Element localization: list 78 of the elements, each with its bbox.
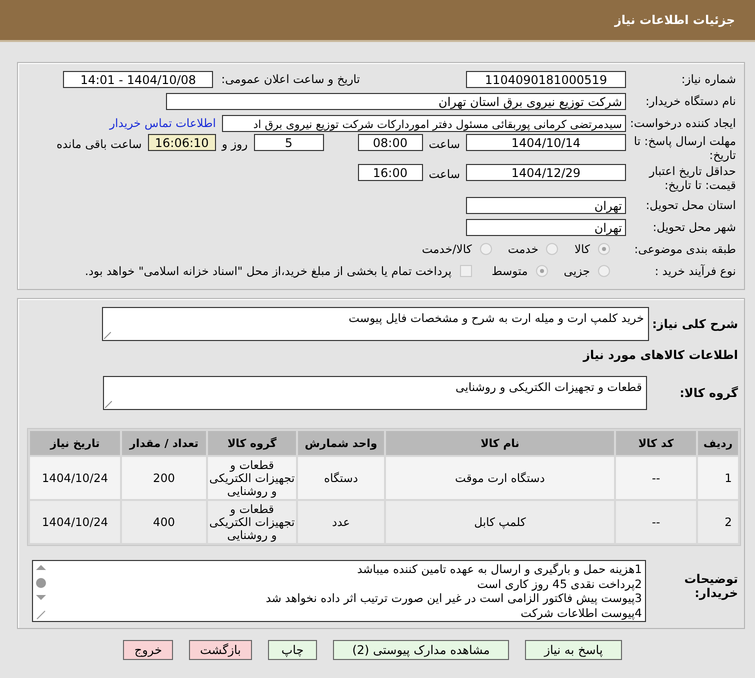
description-field: خرید کلمپ ارت و میله ارت به شرح و مشخصات فایل پیوست xyxy=(102,307,649,341)
field-label: ساعت xyxy=(428,136,460,153)
field-label: نام دستگاه خریدار: xyxy=(644,94,737,108)
field-label: ساعت xyxy=(428,166,460,183)
table-cell: 1404/10/24 xyxy=(30,457,120,499)
field-label: ایجاد کننده درخواست: xyxy=(629,116,737,130)
checkbox-label: پرداخت تمام یا بخشی از مبلغ خرید،از محل "اسناد خزانه اسلامی" خواهد بود. xyxy=(84,264,452,278)
radio-button[interactable] xyxy=(480,243,492,255)
validity-date-field: 1404/12/29 xyxy=(466,164,626,181)
province-field: تهران xyxy=(466,196,626,214)
note-line: 4پیوست اطلاعات شرکت xyxy=(520,606,642,620)
radio-label: متوسط xyxy=(492,264,528,278)
radio-label: جزیی xyxy=(564,264,590,278)
radio-button[interactable] xyxy=(598,265,610,277)
field-label: توضیحات خریدار: xyxy=(683,571,739,600)
note-line: 3پیوست پیش فاکتور الزامی است در غیر این صورت ترتیب اثر داده نخواهد شد xyxy=(264,591,642,606)
field-label: مهلت ارسال پاسخ: تا تاریخ: xyxy=(632,134,737,162)
column-header: تعداد / مقدار xyxy=(122,431,206,455)
action-button[interactable]: بازگشت xyxy=(189,640,252,660)
table-cell: 200 xyxy=(122,457,206,499)
announce-date-field: 1404/10/08 - 14:01 xyxy=(63,70,214,88)
field-label: شماره نیاز: xyxy=(680,72,737,86)
column-header: کد کالا xyxy=(616,431,696,455)
buyer-org-field: شرکت توزیع نیروی برق استان تهران xyxy=(166,92,626,110)
resize-grip-icon xyxy=(104,332,111,339)
field-label: نوع فرآیند خرید : xyxy=(654,264,737,278)
checkbox[interactable] xyxy=(460,265,472,277)
note-line: 1هزینه حمل و بارگیری و ارسال به عهده تامین کننده میباشد xyxy=(356,562,642,576)
page-title: جزئیات اطلاعات نیاز xyxy=(614,13,735,27)
table-cell: -- xyxy=(616,457,696,499)
buyer-contact-link[interactable]: اطلاعات تماس خریدار xyxy=(109,116,216,130)
field-label: حداقل تاریخ اعتبار قیمت: تا تاریخ: xyxy=(648,164,737,192)
column-header: واحد شمارش xyxy=(298,431,384,455)
column-header: گروه کالا xyxy=(208,431,296,455)
field-label: روز و xyxy=(222,136,248,153)
note-line: 2پرداخت نقدی 45 روز کاری است xyxy=(476,576,642,591)
table-cell: کلمپ کابل xyxy=(386,501,614,543)
requester-field: سیدمرتضی کرمانی پوربقائی مسئول دفتر اموردارکات شرکت توزیع نیروی برق اد xyxy=(222,114,626,132)
field-label: شهر محل تحویل: xyxy=(652,220,737,234)
field-label: ساعت باقی مانده xyxy=(56,136,142,153)
days-field: 5 xyxy=(254,134,324,151)
table-cell: عدد xyxy=(298,501,384,543)
table-cell: 1 xyxy=(698,457,738,499)
validity-time-field: 16:00 xyxy=(358,164,423,181)
radio-label: خدمت xyxy=(508,242,538,256)
field-label: شرح کلی نیاز: xyxy=(651,317,739,331)
table-cell: قطعات و تجهیزات الکتریکی و روشنایی xyxy=(208,457,296,499)
radio-label: کالا xyxy=(574,242,590,256)
table-cell: -- xyxy=(616,501,696,543)
table-cell: 2 xyxy=(698,501,738,543)
table-cell: دستگاه ارت موقت xyxy=(386,457,614,499)
field-label: تاریخ و ساعت اعلان عمومی: xyxy=(221,72,360,86)
goods-group-field: قطعات و تجهیزات الکتریکی و روشنایی xyxy=(103,376,647,410)
table-cell: 1404/10/24 xyxy=(30,501,120,543)
action-button[interactable]: پاسخ به نیاز xyxy=(525,640,622,660)
need-number-field: 1104090181000519 xyxy=(466,70,626,88)
column-header: ردیف xyxy=(698,431,738,455)
table-cell: قطعات و تجهیزات الکتریکی و روشنایی xyxy=(208,501,296,543)
table-cell: 400 xyxy=(122,501,206,543)
field-label: گروه کالا: xyxy=(678,386,739,400)
radio-label: کالا/خدمت xyxy=(422,242,472,256)
field-label: طبقه بندی موضوعی: xyxy=(633,242,737,256)
column-header: نام کالا xyxy=(386,431,614,455)
field-label: استان محل تحویل: xyxy=(644,198,737,212)
radio-button[interactable] xyxy=(536,265,548,277)
action-button[interactable]: مشاهده مدارک پیوستی (2) xyxy=(333,640,509,660)
action-button[interactable]: چاپ xyxy=(268,640,317,660)
table-cell: دستگاه xyxy=(298,457,384,499)
city-field: تهران xyxy=(466,218,626,236)
remaining-time-field: 16:06:10 xyxy=(148,134,216,151)
deadline-date-field: 1404/10/14 xyxy=(466,134,626,151)
section-title: اطلاعات کالاهای مورد نیاز xyxy=(582,348,739,362)
column-header: تاریخ نیاز xyxy=(30,431,120,455)
deadline-time-field: 08:00 xyxy=(358,134,423,151)
radio-button[interactable] xyxy=(546,243,558,255)
radio-button[interactable] xyxy=(598,243,610,255)
resize-grip-icon xyxy=(105,401,112,408)
action-button[interactable]: خروج xyxy=(123,640,173,660)
